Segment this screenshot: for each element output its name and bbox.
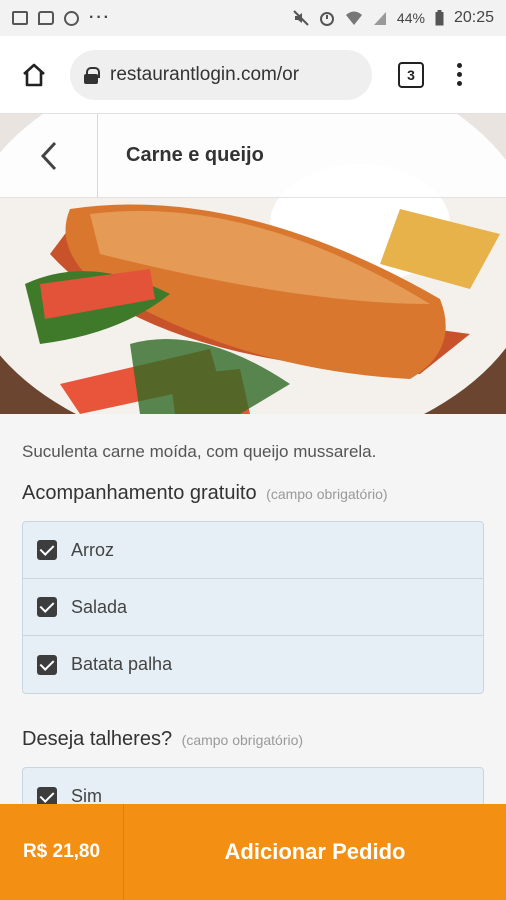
page-title: Carne e queijo — [126, 144, 264, 166]
product-description: Suculenta carne moída, com queijo mussar… — [22, 442, 377, 461]
total-price: R$ 21,80 — [0, 804, 124, 900]
section-title-text: Acompanhamento gratuito — [22, 482, 257, 504]
checkbox-checked-icon[interactable] — [37, 654, 57, 675]
home-icon — [23, 63, 45, 86]
option-arroz[interactable]: Arroz — [23, 522, 483, 579]
back-button[interactable] — [0, 113, 98, 198]
page-header: Carne e queijo — [0, 113, 506, 198]
status-left: ··· — [12, 9, 111, 27]
address-bar[interactable]: restaurantlogin.com/or — [70, 49, 372, 100]
option-batata-palha[interactable]: Batata palha — [23, 636, 483, 693]
more-notifications-icon: ··· — [89, 9, 111, 26]
mute-icon — [293, 10, 309, 26]
option-label: Batata palha — [71, 654, 173, 674]
checkbox-checked-icon[interactable] — [37, 786, 57, 804]
option-salada[interactable]: Salada — [23, 579, 483, 636]
browser-toolbar: restaurantlogin.com/or 3 — [0, 36, 506, 114]
order-bar: R$ 21,80 Adicionar Pedido — [0, 804, 506, 900]
home-button[interactable] — [14, 55, 54, 95]
checkbox-checked-icon[interactable] — [37, 597, 57, 617]
chevron-left-icon — [40, 141, 56, 170]
battery-percent: 44% — [396, 10, 425, 26]
option-label: Salada — [71, 596, 128, 617]
lock-icon — [84, 66, 100, 84]
product-details: Suculenta carne moída, com queijo mussar… — [0, 414, 506, 804]
option-sim[interactable]: Sim — [23, 768, 483, 804]
wifi-icon — [345, 11, 362, 25]
overflow-menu-icon[interactable] — [454, 63, 464, 86]
option-label: Arroz — [71, 539, 115, 560]
clock: 20:25 — [453, 9, 494, 26]
option-label: Sim — [71, 786, 102, 804]
required-note: (campo obrigatório) — [181, 732, 304, 748]
section-title-text: Deseja talheres? — [22, 728, 173, 750]
section-title-cutlery: Deseja talheres? (campo obrigatório) — [22, 728, 484, 751]
battery-icon — [435, 10, 444, 26]
status-right: 44% 20:25 — [293, 9, 494, 27]
message-icon — [38, 11, 54, 25]
option-group-cutlery: Sim — [22, 767, 484, 804]
option-group-side-dish: Arroz Salada Batata palha — [22, 521, 484, 694]
url-text: restaurantlogin.com/or — [110, 63, 300, 85]
alarm-icon — [319, 12, 334, 26]
circle-icon — [64, 10, 79, 26]
checkbox-checked-icon[interactable] — [37, 540, 57, 560]
tab-switcher-button[interactable]: 3 — [398, 61, 424, 88]
add-order-button[interactable]: Adicionar Pedido — [124, 804, 506, 900]
image-icon — [12, 11, 28, 25]
signal-icon — [373, 12, 386, 25]
required-note: (campo obrigatório) — [266, 486, 388, 502]
section-title-side-dish: Acompanhamento gratuito (campo obrigatór… — [22, 482, 484, 505]
status-bar: ··· 44% 20:25 — [0, 0, 506, 36]
